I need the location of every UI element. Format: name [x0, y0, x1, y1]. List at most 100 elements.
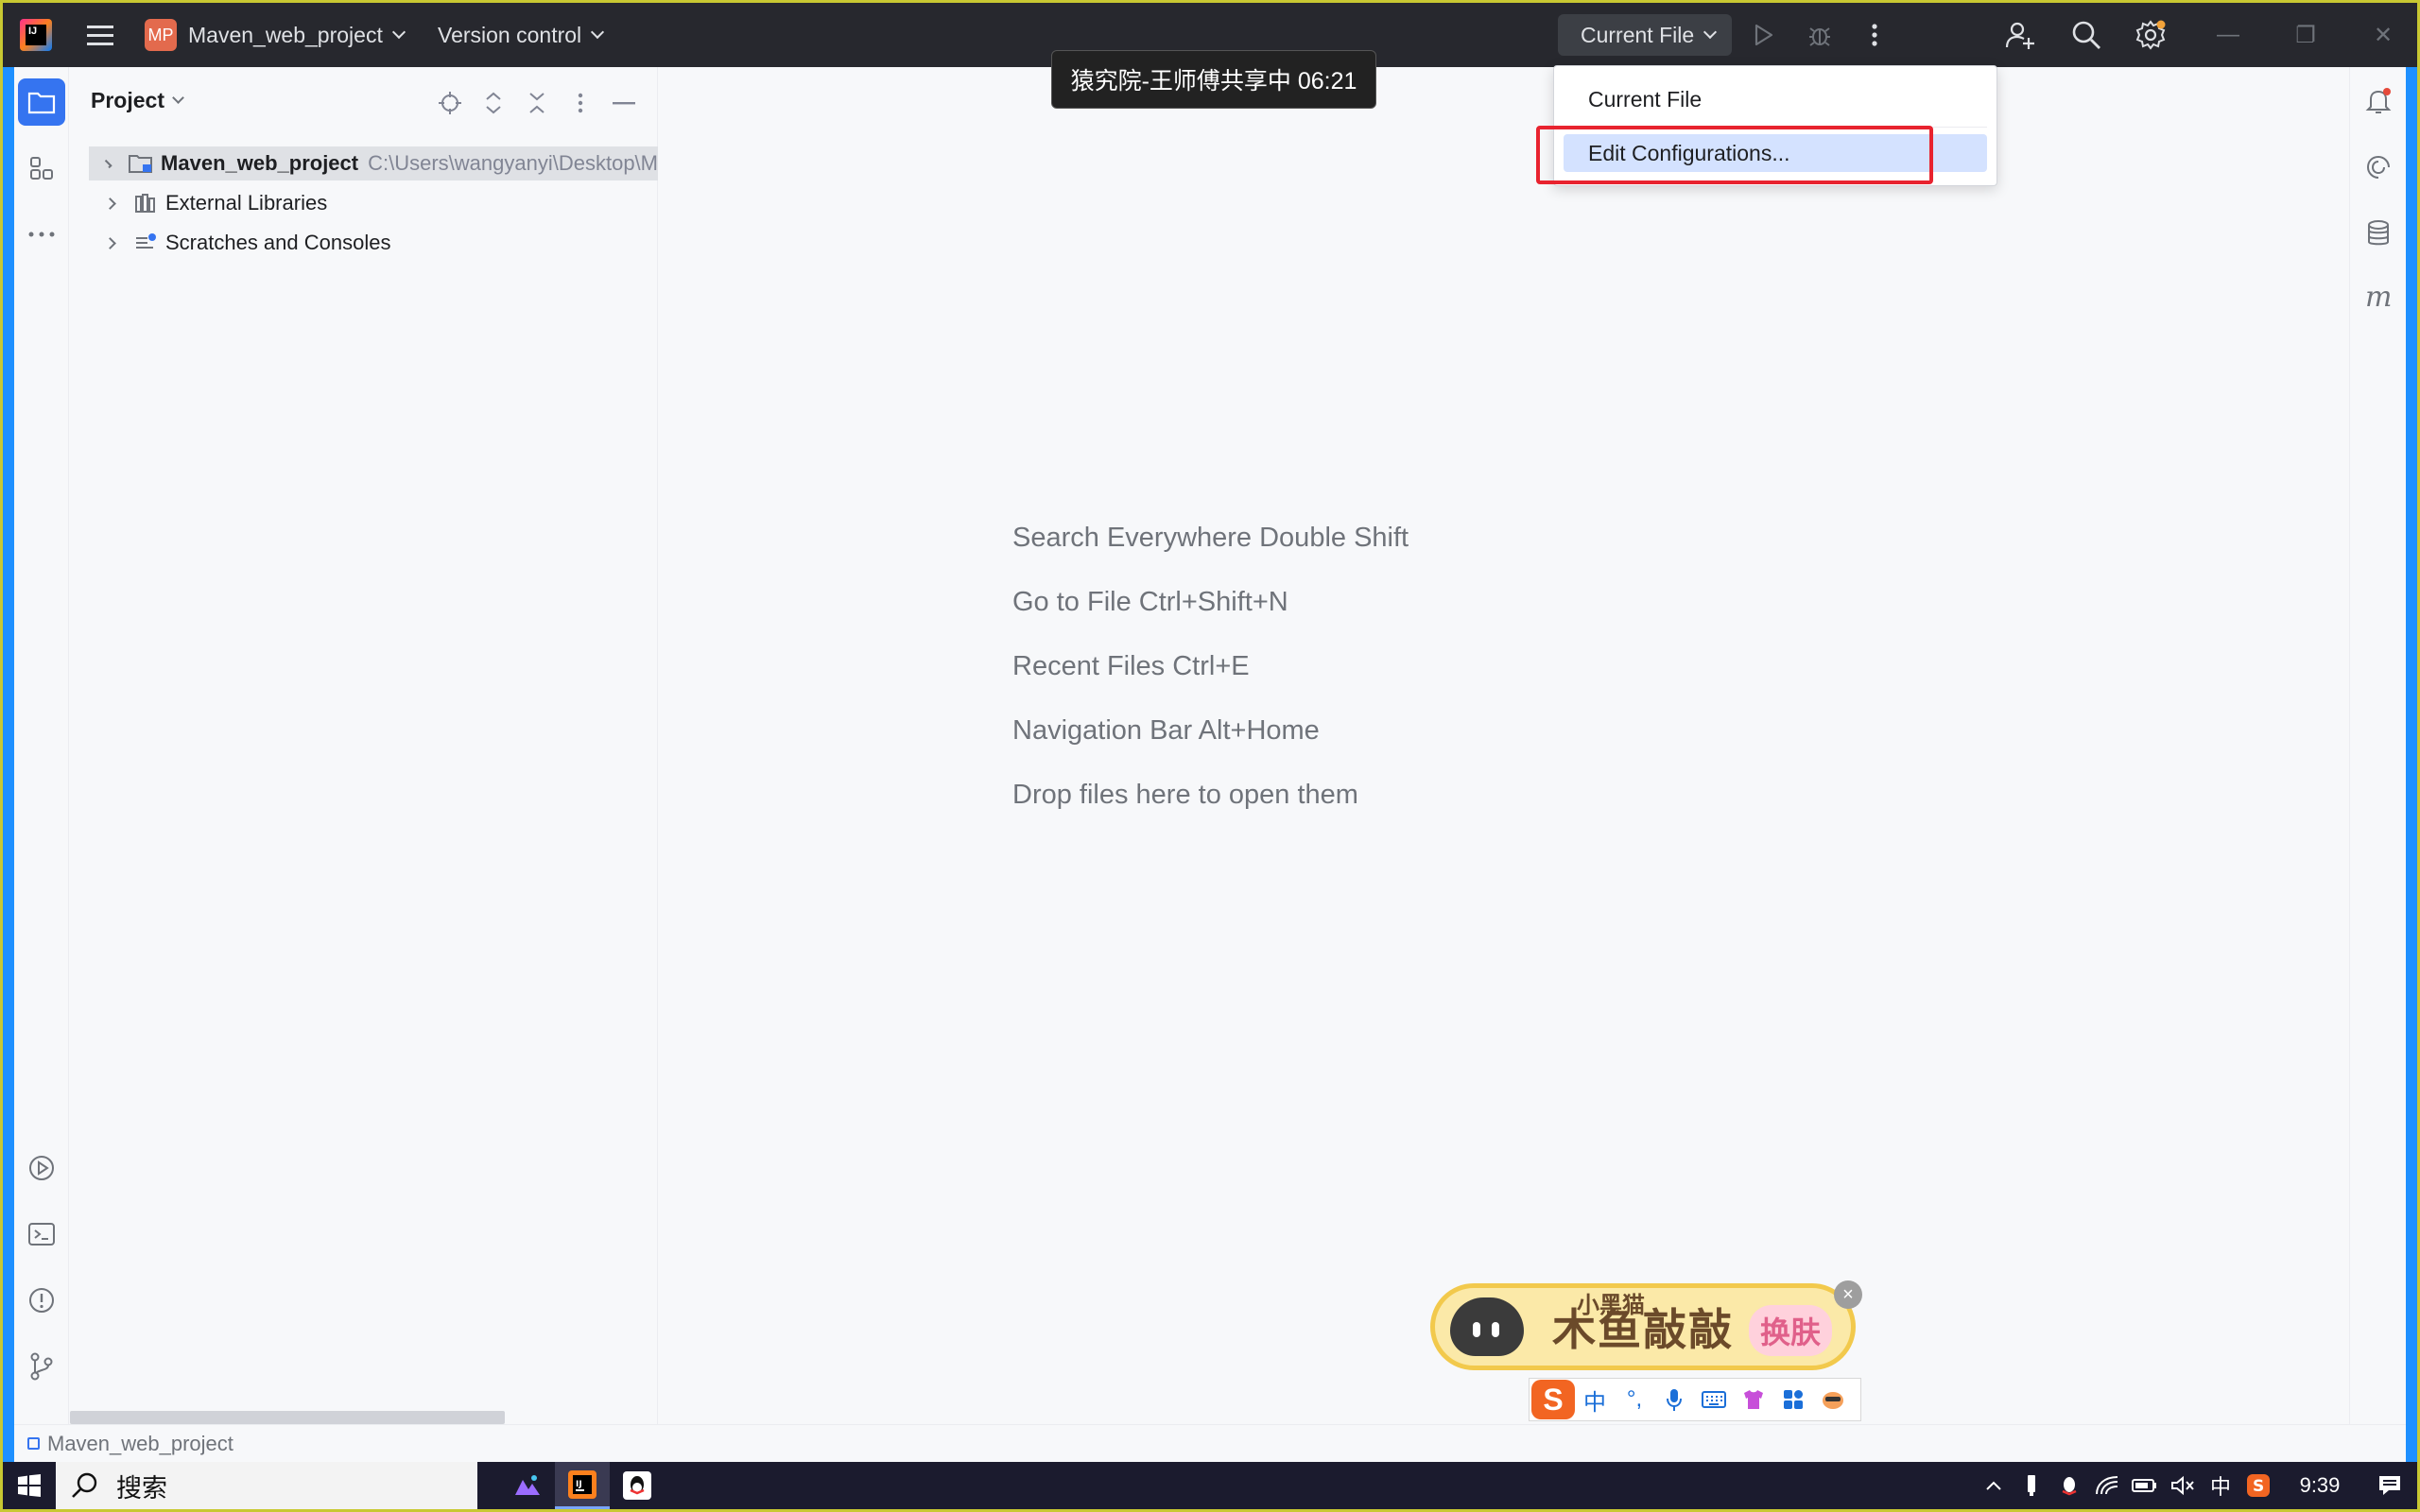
structure-tool-icon[interactable] — [18, 145, 65, 192]
problems-tool-icon[interactable] — [18, 1277, 65, 1324]
svg-text:IJ: IJ — [576, 1480, 582, 1489]
tree-item-label: Scratches and Consoles — [165, 231, 391, 254]
system-tray: 中 S 9:39 — [1975, 1462, 2417, 1509]
project-view-selector[interactable]: Project — [91, 88, 184, 113]
toolbox-icon[interactable] — [1773, 1378, 1813, 1421]
restore-button[interactable]: ❐ — [2287, 16, 2325, 54]
chevron-down-icon — [591, 25, 605, 40]
tray-ime-indicator[interactable]: 中 — [2202, 1462, 2239, 1509]
taskbar-search-placeholder: 搜索 — [116, 1473, 167, 1503]
tree-item-label: Maven_web_project — [161, 151, 359, 175]
tree-item-project-root[interactable]: Maven_web_project C:\Users\wangyanyi\Des… — [89, 146, 658, 180]
tree-item-path: C:\Users\wangyanyi\Desktop\M — [368, 151, 658, 175]
maven-icon[interactable]: m — [2360, 279, 2397, 317]
terminal-tool-icon[interactable] — [18, 1211, 65, 1258]
tray-sogou-icon[interactable]: S — [2239, 1462, 2277, 1509]
database-icon[interactable] — [2360, 215, 2397, 252]
right-tool-strip: m — [2349, 67, 2406, 1424]
taskbar-app-toolbox-icon[interactable] — [500, 1462, 555, 1509]
more-actions-icon[interactable] — [1858, 18, 1892, 52]
main-menu-icon[interactable] — [84, 3, 116, 67]
expand-all-icon[interactable] — [480, 90, 507, 116]
scratches-icon — [133, 232, 158, 253]
breadcrumb[interactable]: Maven_web_project — [27, 1432, 233, 1456]
locate-icon[interactable] — [437, 90, 463, 116]
hint-navigation-bar: Navigation Bar Alt+Home — [1012, 715, 1320, 746]
svg-text:m: m — [2365, 284, 2392, 312]
microphone-icon[interactable] — [1654, 1378, 1694, 1421]
tray-qq-icon[interactable] — [2050, 1462, 2088, 1509]
code-with-me-icon[interactable] — [2003, 18, 2037, 52]
project-tool-icon[interactable] — [18, 78, 65, 126]
windows-taskbar: 搜索 IJ 中 S 9:39 — [3, 1462, 2417, 1509]
svg-text:S: S — [2253, 1477, 2264, 1496]
debug-icon[interactable] — [1803, 18, 1837, 52]
taskbar-app-intellij-icon[interactable]: IJ — [555, 1462, 610, 1509]
collapse-all-icon[interactable] — [524, 90, 550, 116]
notifications-icon[interactable] — [2360, 82, 2397, 120]
tray-volume-muted-icon[interactable] — [2164, 1462, 2202, 1509]
tray-usb-icon[interactable] — [2013, 1462, 2050, 1509]
git-tool-icon[interactable] — [18, 1343, 65, 1390]
chevron-right-icon[interactable] — [103, 159, 112, 168]
hint-drop-files: Drop files here to open them — [1012, 780, 1358, 810]
minimize-button[interactable]: — — [2209, 16, 2247, 54]
libraries-icon — [133, 193, 158, 214]
left-tool-strip — [14, 67, 69, 1424]
editor-area: Search Everywhere Double Shift Go to Fil… — [659, 67, 2359, 1424]
search-icon[interactable] — [2069, 18, 2103, 52]
status-bar: Maven_web_project — [14, 1424, 2406, 1462]
horizontal-scrollbar[interactable] — [70, 1411, 505, 1424]
tray-clock[interactable]: 9:39 — [2277, 1473, 2362, 1498]
tray-battery-icon[interactable] — [2126, 1462, 2164, 1509]
ime-punctuation-toggle[interactable]: °, — [1615, 1378, 1654, 1421]
run-icon[interactable] — [1746, 18, 1780, 52]
project-panel-title: Project — [91, 88, 164, 112]
close-icon[interactable]: × — [1834, 1280, 1862, 1309]
hide-panel-icon[interactable] — [611, 90, 637, 116]
project-switcher[interactable]: MP Maven_web_project — [145, 3, 406, 67]
desktop-pet-widget[interactable]: 小黑猫 木鱼敲敲 换肤 × — [1430, 1280, 1862, 1370]
taskbar-app-qq-icon[interactable] — [610, 1462, 665, 1509]
change-skin-button[interactable]: 换肤 — [1748, 1305, 1832, 1356]
windows-start-icon[interactable] — [3, 1462, 56, 1509]
pet-avatar — [1450, 1297, 1524, 1356]
settings-gear-icon[interactable] — [2134, 18, 2168, 52]
ime-toolbar: S 中 °, — [1529, 1378, 1861, 1421]
module-icon — [27, 1437, 40, 1450]
vcs-widget[interactable]: Version control — [438, 3, 605, 67]
screen-share-banner: 猿究院-王师傅共享中 06:21 — [1051, 50, 1376, 109]
run-config-label: Current File — [1581, 22, 1695, 47]
project-badge: MP — [145, 19, 177, 51]
tray-expand-icon[interactable] — [1975, 1462, 2013, 1509]
hint-recent-files: Recent Files Ctrl+E — [1012, 651, 1250, 681]
sogou-logo-icon[interactable]: S — [1531, 1380, 1575, 1419]
tree-item-external-libraries[interactable]: External Libraries — [89, 186, 656, 220]
skin-icon[interactable] — [1734, 1378, 1773, 1421]
chevron-right-icon[interactable] — [104, 236, 116, 249]
intellij-logo-icon[interactable] — [20, 19, 52, 51]
breadcrumb-project: Maven_web_project — [47, 1431, 233, 1455]
menu-item-current-file[interactable]: Current File — [1564, 80, 1987, 118]
panel-options-icon[interactable] — [567, 90, 594, 116]
run-config-selector[interactable]: Current File — [1558, 14, 1733, 56]
taskbar-search-box[interactable]: 搜索 — [56, 1462, 477, 1509]
module-folder-icon — [129, 153, 153, 174]
tray-wifi-icon[interactable] — [2088, 1462, 2126, 1509]
chevron-down-icon — [391, 25, 406, 40]
more-tools-icon[interactable] — [18, 211, 65, 258]
services-tool-icon[interactable] — [18, 1144, 65, 1192]
ime-mode-toggle[interactable]: 中 — [1575, 1378, 1615, 1421]
project-tool-window: Project Maven_web_project C:\Users\wangy… — [70, 67, 658, 1424]
project-name: Maven_web_project — [188, 22, 383, 47]
mascot-icon[interactable] — [1813, 1378, 1853, 1421]
keyboard-icon[interactable] — [1694, 1378, 1734, 1421]
chevron-right-icon[interactable] — [104, 197, 116, 210]
pet-subtitle: 小黑猫 — [1577, 1293, 1645, 1318]
tree-item-scratches[interactable]: Scratches and Consoles — [89, 226, 656, 260]
chevron-down-icon — [172, 92, 184, 104]
action-center-icon[interactable] — [2362, 1462, 2417, 1509]
ide-window: MP Maven_web_project Version control Cur… — [3, 3, 2417, 1509]
ai-assistant-icon[interactable] — [2360, 148, 2397, 186]
close-button[interactable]: ✕ — [2364, 16, 2402, 54]
